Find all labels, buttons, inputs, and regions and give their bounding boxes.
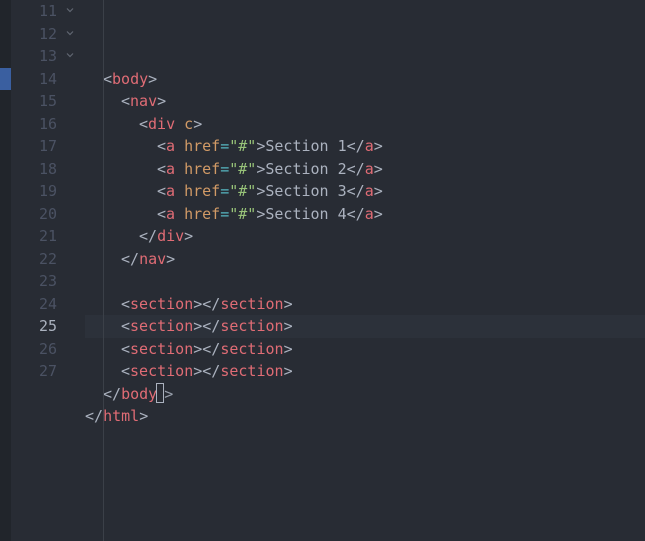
line-number[interactable]: 11 xyxy=(11,0,85,23)
chevron-down-icon[interactable] xyxy=(63,3,77,17)
code-line[interactable]: <section></section> xyxy=(85,293,645,316)
code-line[interactable]: <a href="#">Section 1</a> xyxy=(85,135,645,158)
line-number[interactable]: 25 xyxy=(11,315,85,338)
line-number[interactable]: 26 xyxy=(11,338,85,361)
code-line[interactable]: <body> xyxy=(85,68,645,91)
code-line[interactable]: <section></section> xyxy=(85,338,645,361)
code-line[interactable]: </body> xyxy=(85,383,645,406)
line-number[interactable]: 15 xyxy=(11,90,85,113)
code-line[interactable]: <a href="#">Section 3</a> xyxy=(85,180,645,203)
line-number[interactable]: 18 xyxy=(11,158,85,181)
code-line[interactable]: <a href="#">Section 2</a> xyxy=(85,158,645,181)
code-line[interactable]: </nav> xyxy=(85,248,645,271)
code-line[interactable] xyxy=(85,270,645,293)
code-line[interactable]: </html> xyxy=(85,405,645,428)
line-number[interactable]: 17 xyxy=(11,135,85,158)
line-number[interactable]: 16 xyxy=(11,113,85,136)
line-number[interactable]: 21 xyxy=(11,225,85,248)
line-marker xyxy=(0,68,11,91)
chevron-down-icon[interactable] xyxy=(63,48,77,62)
code-line[interactable]: <section></section> xyxy=(85,360,645,383)
line-number[interactable]: 13 xyxy=(11,45,85,68)
line-number[interactable]: 12 xyxy=(11,23,85,46)
line-number[interactable]: 20 xyxy=(11,203,85,226)
line-number[interactable]: 22 xyxy=(11,248,85,271)
code-line[interactable]: <a href="#">Section 4</a> xyxy=(85,203,645,226)
cursor xyxy=(156,383,164,403)
code-line[interactable]: <div c> xyxy=(85,113,645,136)
line-number[interactable]: 27 xyxy=(11,360,85,383)
editor-left-edge xyxy=(0,0,11,541)
line-number[interactable]: 14 xyxy=(11,68,85,91)
code-line[interactable]: </div> xyxy=(85,225,645,248)
indent-guide xyxy=(103,0,104,541)
line-number-gutter[interactable]: 1112131415161718192021222324252627 xyxy=(11,0,85,541)
code-line[interactable]: <section></section> xyxy=(85,315,645,338)
line-number[interactable]: 24 xyxy=(11,293,85,316)
code-editor-area[interactable]: <body><nav><div c><a href="#">Section 1<… xyxy=(85,0,645,541)
line-number[interactable]: 23 xyxy=(11,270,85,293)
code-line[interactable] xyxy=(85,428,645,451)
code-line[interactable]: <nav> xyxy=(85,90,645,113)
line-number[interactable]: 19 xyxy=(11,180,85,203)
chevron-down-icon[interactable] xyxy=(63,26,77,40)
